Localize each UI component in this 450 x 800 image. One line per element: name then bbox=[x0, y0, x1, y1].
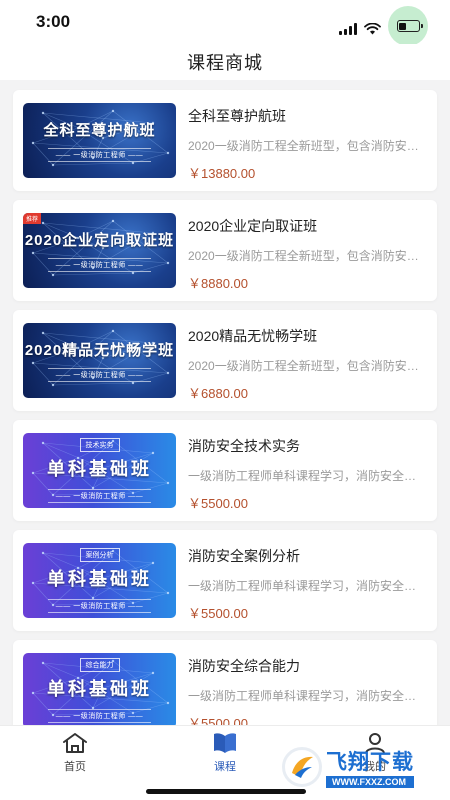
course-description: 2020一级消防工程全新班型，包含消防安全技术实务等课程 bbox=[188, 359, 428, 373]
tab-courses-label: 课程 bbox=[214, 761, 236, 773]
course-thumbnail: 综合能力单科基础班 —— 一级消防工程师 —— bbox=[23, 653, 176, 725]
thumbnail-title: 单科基础班 bbox=[47, 679, 152, 699]
course-title: 全科至尊护航班 bbox=[188, 108, 286, 124]
course-list[interactable]: 全科至尊护航班 —— 一级消防工程师 —— 全科至尊护航班 2020一级消防工程全新班… bbox=[0, 80, 450, 725]
thumbnail-subtitle: —— 一级消防工程师 —— bbox=[47, 148, 152, 162]
thumbnail-title: 2020企业定向取证班 bbox=[24, 232, 175, 249]
course-info: 消防安全综合能力一级消防工程师单科课程学习，消防安全综合能力 ￥5500.00 bbox=[188, 656, 428, 725]
course-thumbnail: 案例分析单科基础班 —— 一级消防工程师 —— bbox=[23, 543, 176, 618]
course-card[interactable]: 综合能力单科基础班 —— 一级消防工程师 —— 消防安全综合能力一级消防工程师单科课… bbox=[13, 640, 437, 725]
course-description: 一级消防工程师单科课程学习，消防安全综合能力 bbox=[188, 689, 428, 703]
thumbnail-subtitle: —— 一级消防工程师 —— bbox=[47, 368, 152, 382]
course-thumbnail: 技术实务单科基础班 —— 一级消防工程师 —— bbox=[23, 433, 176, 508]
wifi-icon bbox=[364, 23, 381, 35]
course-info: 2020企业定向取证班 2020一级消防工程全新班型，包含消防安全技术实务等课程 ￥… bbox=[188, 216, 428, 292]
course-price: ￥5500.00 bbox=[188, 496, 248, 511]
course-info: 2020精品无忧畅学班 2020一级消防工程全新班型，包含消防安全技术实务等课程 ￥… bbox=[188, 326, 428, 402]
course-price: ￥5500.00 bbox=[188, 606, 248, 621]
thumbnail-tag: 综合能力 bbox=[79, 658, 120, 672]
course-description: 一级消防工程师单科课程学习，消防安全案例分析 bbox=[188, 579, 428, 593]
battery-level bbox=[399, 22, 407, 30]
network-pattern-icon bbox=[31, 219, 170, 277]
watermark-logo-icon bbox=[282, 747, 322, 787]
watermark-text: 飞翔下载 WWW.FXXZ.COM bbox=[326, 746, 414, 788]
course-description: 2020一级消防工程全新班型，包含消防安全技术实务等课程 bbox=[188, 249, 428, 263]
cellular-signal-icon bbox=[339, 23, 357, 35]
thumbnail-subtitle: —— 一级消防工程师 —— bbox=[47, 709, 152, 723]
course-price: ￥6880.00 bbox=[188, 386, 248, 401]
course-card[interactable]: 推荐 2020企业定向取证班 —— 一级消防工程师 —— 2020企业定向取证班 202… bbox=[13, 200, 437, 301]
course-price: ￥13880.00 bbox=[188, 166, 256, 181]
course-description: 一级消防工程师单科课程学习，消防安全技术实务 bbox=[188, 469, 428, 483]
watermark: 飞翔下载 WWW.FXXZ.COM bbox=[282, 741, 442, 793]
course-description: 2020一级消防工程全新班型，包含消防安全技术实务等课程 bbox=[188, 139, 428, 153]
course-info: 消防安全案例分析一级消防工程师单科课程学习，消防安全案例分析 ￥5500.00 bbox=[188, 546, 428, 622]
battery-indicator bbox=[388, 6, 428, 46]
hot-badge: 推荐 bbox=[23, 213, 42, 224]
course-title: 2020企业定向取证班 bbox=[188, 218, 318, 234]
book-icon bbox=[214, 733, 236, 753]
course-title: 消防安全案例分析 bbox=[188, 548, 300, 564]
status-time: 3:00 bbox=[36, 12, 71, 31]
watermark-brand: 飞翔下载 bbox=[326, 751, 414, 774]
page-title: 课程商城 bbox=[187, 53, 263, 73]
course-thumbnail: 2020精品无忧畅学班 —— 一级消防工程师 —— bbox=[23, 323, 176, 398]
course-thumbnail: 全科至尊护航班 —— 一级消防工程师 —— bbox=[23, 103, 176, 178]
thumbnail-title: 全科至尊护航班 bbox=[43, 122, 156, 139]
tab-home-label: 首页 bbox=[64, 761, 86, 773]
nav-bar: 课程商城 bbox=[0, 44, 450, 80]
course-card[interactable]: 全科至尊护航班 —— 一级消防工程师 —— 全科至尊护航班 2020一级消防工程全新班… bbox=[13, 90, 437, 191]
course-card[interactable]: 2020精品无忧畅学班 —— 一级消防工程师 —— 2020精品无忧畅学班 2020一… bbox=[13, 310, 437, 411]
thumbnail-title: 2020精品无忧畅学班 bbox=[24, 342, 175, 359]
course-title: 2020精品无忧畅学班 bbox=[188, 328, 318, 344]
thumbnail-subtitle: —— 一级消防工程师 —— bbox=[47, 258, 152, 272]
network-pattern-icon bbox=[31, 329, 170, 387]
course-card[interactable]: 案例分析单科基础班 —— 一级消防工程师 —— 消防安全案例分析一级消防工程师单科课… bbox=[13, 530, 437, 631]
watermark-url: WWW.FXXZ.COM bbox=[326, 776, 414, 788]
course-price: ￥5500.00 bbox=[188, 716, 248, 725]
thumbnail-tag: 案例分析 bbox=[79, 548, 120, 562]
network-pattern-icon bbox=[31, 109, 170, 167]
tab-home[interactable]: 首页 bbox=[45, 732, 105, 774]
course-title: 消防安全综合能力 bbox=[188, 658, 300, 674]
thumbnail-subtitle: —— 一级消防工程师 —— bbox=[47, 599, 152, 613]
thumbnail-title: 单科基础班 bbox=[47, 569, 152, 589]
battery-icon bbox=[396, 20, 423, 32]
course-info: 全科至尊护航班 2020一级消防工程全新班型，包含消防安全技术实务等课程 ￥1388… bbox=[188, 106, 428, 182]
status-icons bbox=[339, 6, 428, 46]
status-bar: 3:00 bbox=[0, 0, 450, 46]
course-price: ￥8880.00 bbox=[188, 276, 248, 291]
home-indicator bbox=[146, 789, 306, 794]
course-title: 消防安全技术实务 bbox=[188, 438, 300, 454]
thumbnail-title: 单科基础班 bbox=[47, 459, 152, 479]
thumbnail-subtitle: —— 一级消防工程师 —— bbox=[47, 489, 152, 503]
course-info: 消防安全技术实务一级消防工程师单科课程学习，消防安全技术实务 ￥5500.00 bbox=[188, 436, 428, 512]
tab-courses[interactable]: 课程 bbox=[195, 732, 255, 774]
thumbnail-tag: 技术实务 bbox=[79, 438, 120, 452]
course-card[interactable]: 技术实务单科基础班 —— 一级消防工程师 —— 消防安全技术实务一级消防工程师单科课… bbox=[13, 420, 437, 521]
home-icon bbox=[63, 733, 87, 753]
course-thumbnail: 推荐 2020企业定向取证班 —— 一级消防工程师 —— bbox=[23, 213, 176, 288]
